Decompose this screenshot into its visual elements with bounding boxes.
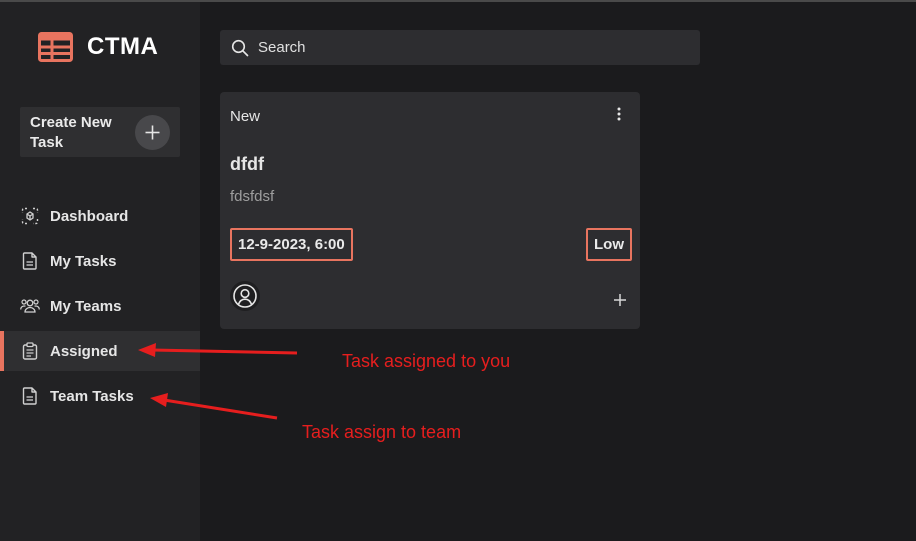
users-icon — [20, 296, 40, 316]
sidebar-item-label: Assigned — [50, 342, 118, 360]
sidebar-item-assigned[interactable]: Assigned — [0, 331, 200, 371]
create-new-task-button[interactable]: Create New Task — [20, 107, 180, 157]
sidebar-item-label: My Tasks — [50, 252, 117, 270]
search-bar[interactable] — [220, 30, 700, 65]
task-title: dfdf — [230, 154, 264, 174]
user-circle-icon[interactable] — [230, 281, 260, 311]
search-icon — [231, 39, 249, 56]
task-priority-badge: Low — [586, 228, 632, 261]
search-input[interactable] — [258, 39, 678, 56]
more-vertical-icon[interactable] — [611, 104, 627, 124]
sidebar-item-label: Team Tasks — [50, 387, 134, 405]
plus-icon[interactable] — [135, 115, 170, 150]
sidebar-item-label: My Teams — [50, 297, 122, 315]
dashboard-icon — [20, 206, 40, 226]
sidebar: CTMA Create New Task Dashboard My Tasks … — [0, 2, 200, 541]
document-icon — [20, 251, 40, 271]
task-description: fdsfdsf — [230, 188, 275, 205]
task-due-date: 12-9-2023, 6:00 — [230, 228, 353, 261]
sidebar-item-my-teams[interactable]: My Teams — [0, 286, 200, 326]
annotation-team-note: Task assign to team — [302, 422, 462, 442]
sidebar-item-my-tasks[interactable]: My Tasks — [0, 241, 200, 281]
sidebar-item-team-tasks[interactable]: Team Tasks — [0, 376, 200, 416]
create-new-task-label: Create New Task — [30, 114, 112, 151]
brand[interactable]: CTMA — [38, 32, 158, 62]
document-icon — [20, 386, 40, 406]
sidebar-nav: Dashboard My Tasks My Teams Assigned Tea… — [0, 196, 200, 421]
clipboard-icon — [20, 341, 40, 361]
sidebar-item-label: Dashboard — [50, 207, 129, 225]
plus-icon[interactable] — [612, 292, 628, 308]
sidebar-item-dashboard[interactable]: Dashboard — [0, 196, 200, 236]
task-status: New — [230, 108, 261, 125]
table-icon — [38, 32, 73, 62]
task-card[interactable]: New dfdf fdsfdsf 12-9-2023, 6:00 Low — [220, 92, 640, 329]
annotation-assigned-note: Task assigned to you — [342, 351, 511, 371]
plus-icon — [145, 125, 160, 140]
app-name: CTMA — [87, 33, 159, 60]
